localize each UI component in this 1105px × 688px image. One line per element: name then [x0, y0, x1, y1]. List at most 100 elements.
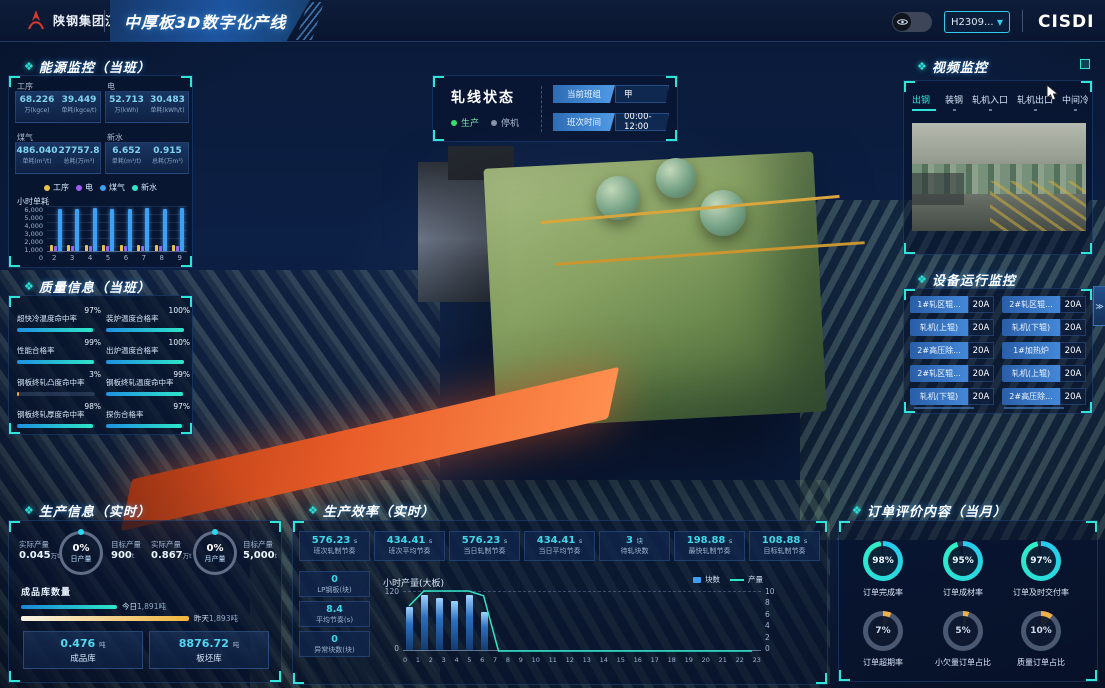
stat-label: 异常块数(块): [300, 645, 369, 655]
bar: [137, 245, 140, 251]
ring-label: 月产量: [205, 554, 226, 564]
legend-label: 工序: [53, 182, 69, 193]
energy-cell: 30.483单耗(kWh/t): [147, 92, 188, 122]
tab-charging[interactable]: 装钢: [945, 93, 963, 111]
energy-value: 30.483: [147, 95, 188, 105]
side-stat: 0异常块数(块): [299, 631, 370, 657]
panel-collapse-icon[interactable]: [1080, 59, 1090, 69]
stat-label: LP钢板(块): [300, 585, 369, 595]
visibility-toggle[interactable]: [892, 12, 932, 32]
hour-chart-legend: 块数 产量: [693, 574, 763, 585]
stock-today-row: 今日1,891吨: [21, 601, 166, 612]
mouse-cursor: [1046, 84, 1060, 102]
x-tick: 13: [583, 656, 591, 664]
legend-label: 块数: [705, 574, 720, 585]
scroll-indicator[interactable]: [1004, 407, 1064, 409]
stock-yesterday-row: 昨天1,893吨: [21, 613, 238, 624]
stat-label: 当日轧制节奏: [450, 546, 519, 556]
efficiency-title: ❖ 生产效率（实时）: [308, 501, 435, 520]
hour-chart: [403, 591, 761, 651]
x-tick: 3: [70, 254, 74, 262]
device-row: 轧机(下辊)20A: [1002, 319, 1086, 336]
month-output-ring: 0% 月产量: [193, 531, 237, 575]
device-label: 2#高压除...: [1002, 388, 1060, 405]
legend-bar-swatch: [693, 577, 701, 583]
bar: [159, 246, 162, 251]
target-value: 900t: [111, 550, 134, 561]
y-tick: 4: [765, 621, 781, 630]
energy-bar-group: [85, 208, 97, 251]
left-axis: 1200: [373, 587, 399, 653]
tab-intercooling[interactable]: 中间冷: [1062, 93, 1088, 111]
camera-feed[interactable]: [912, 123, 1086, 231]
value: 0.867: [151, 550, 183, 561]
energy-card: 68.226万(kgce) 39.449单耗(kgce/t): [15, 91, 101, 123]
device-current: 20A: [1060, 296, 1086, 313]
scroll-indicator[interactable]: [914, 407, 974, 409]
progress-fill: [106, 360, 184, 364]
energy-legend: 工序 电 煤气 新水: [9, 182, 192, 193]
actual-label: 实际产量: [151, 539, 181, 550]
header: 陕钢集团汉钢公司 中厚板3D数字化产线 H2309... ▼ CISDI: [0, 0, 1105, 42]
target-label: 目标产量: [243, 539, 273, 550]
quality-item: 出炉温度合格率100%: [106, 338, 188, 364]
stat-label: 班次轧制节奏: [300, 546, 369, 556]
donut-shortage-ratio: 5%: [943, 611, 983, 651]
donut-quality-ratio: 10%: [1021, 611, 1061, 651]
side-collapse-tab[interactable]: ≫: [1093, 286, 1105, 326]
value: 8876.72: [179, 637, 229, 650]
energy-card: 6.652单耗(m³/t) 0.915总耗(万m³): [105, 142, 189, 174]
energy-cell: 52.713万(kWh): [106, 92, 147, 122]
quality-title: ❖ 质量信息（当班）: [24, 277, 151, 296]
bar: [71, 246, 74, 251]
dashed-divider: [541, 86, 542, 132]
energy-bars: [47, 206, 187, 251]
device-current: 20A: [968, 365, 994, 382]
x-tick: 9: [177, 254, 181, 262]
bar: [50, 245, 53, 251]
ring-percent: 0%: [73, 543, 90, 554]
tab-tapping[interactable]: 出钢: [912, 93, 936, 111]
value: 198.88: [687, 535, 726, 546]
diamond-icon: ❖: [24, 280, 34, 293]
y-tick: 6,000: [24, 206, 43, 214]
stock-yesterday-label: 昨天1,893吨: [194, 613, 238, 624]
production-title: ❖ 生产信息（实时）: [24, 501, 151, 520]
legend-label: 煤气: [109, 182, 125, 193]
progress-fill: [106, 392, 183, 396]
quality-pct: 100%: [169, 338, 190, 347]
video-title: ❖ 视频监控: [917, 57, 988, 76]
stat-label: 班次平均节奏: [375, 546, 444, 556]
energy-unit: 单耗(m³/t): [16, 156, 58, 165]
diamond-icon: ❖: [852, 504, 862, 517]
value: 1,893吨: [209, 614, 238, 623]
bar: [172, 245, 175, 251]
quality-pct: 97%: [84, 306, 101, 315]
shift-select[interactable]: H2309... ▼: [944, 11, 1010, 33]
bar: [93, 208, 97, 251]
actual-label: 实际产量: [19, 539, 49, 550]
tab-mill-entry[interactable]: 轧机入口: [972, 93, 1008, 111]
diamond-icon: ❖: [24, 60, 34, 73]
legend-line: 产量: [730, 574, 763, 585]
y-tick: 0: [394, 644, 399, 653]
value: 434.41: [537, 535, 576, 546]
progress-fill: [106, 328, 184, 332]
donut-percent: 10%: [1026, 616, 1056, 646]
x-tick: 4: [88, 254, 92, 262]
device-label: 1#轧区辊...: [910, 296, 968, 313]
unit: s: [729, 537, 732, 545]
y-tick: 2,000: [24, 238, 43, 246]
legend-dot: [132, 185, 138, 191]
x-tick: 7: [142, 254, 146, 262]
quality-pct: 3%: [89, 370, 101, 379]
value: 576.23: [462, 535, 501, 546]
legend-label: 电: [85, 182, 93, 193]
quality-label: 钢板终轧厚度命中率: [17, 410, 85, 419]
device-current: 20A: [1060, 342, 1086, 359]
bar: [120, 245, 123, 251]
x-tick: 20: [702, 656, 710, 664]
stat-value: 576.23 s: [450, 535, 519, 546]
x-tick: 2: [52, 254, 56, 262]
bar: [124, 246, 127, 251]
